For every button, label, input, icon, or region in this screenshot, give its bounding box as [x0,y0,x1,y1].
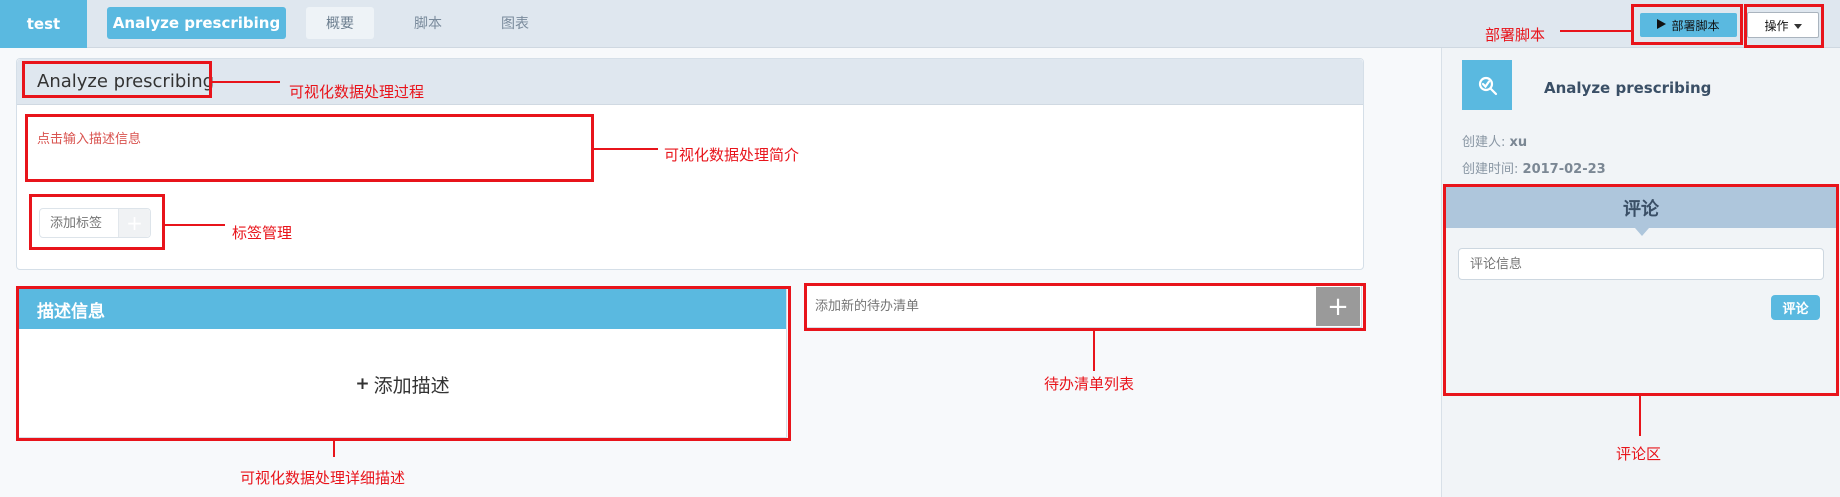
comment-input[interactable] [1458,248,1824,280]
description-annotation: 可视化数据处理简介 [664,146,800,164]
top-bar: test Analyze prescribing 概要 脚本 图表 部署脚本 操… [0,0,1840,48]
comment-header-arrow [1635,228,1649,236]
creator-value: xu [1509,135,1528,150]
process-title-pointer-line [212,81,280,83]
add-todo-button[interactable]: + [1316,287,1360,326]
chevron-down-icon [1793,23,1802,29]
comment-panel: 评论 评论 [1446,187,1836,394]
tab-charts[interactable]: 图表 [481,7,549,39]
description-pointer-line [594,148,658,150]
operations-label: 操作 [1764,18,1789,33]
creator-label: 创建人: [1462,135,1506,150]
add-description-button[interactable]: + 添加描述 [19,329,786,439]
todo-input[interactable] [807,286,1317,327]
comment-submit-button[interactable]: 评论 [1771,295,1820,320]
tab-overview[interactable]: 概要 [306,7,374,39]
operations-dropdown[interactable]: 操作 [1747,12,1819,38]
detail-pointer-line [333,441,335,457]
tag-manager: + [39,208,151,238]
process-title[interactable]: Analyze prescribing [37,71,214,92]
plus-icon: + [355,374,370,394]
comment-pointer-line [1639,396,1641,436]
detail-annotation: 可视化数据处理详细描述 [240,469,406,487]
created-value: 2017-02-23 [1522,162,1606,177]
process-icon [1462,60,1512,110]
deploy-script-button[interactable]: 部署脚本 [1640,13,1737,37]
description-panel: 描述信息 + 添加描述 [18,288,787,438]
todo-annotation: 待办清单列表 [1044,375,1135,393]
creator-row: 创建人: xu [1462,131,1527,150]
app-logo[interactable]: test [0,0,87,48]
description-panel-title: 描述信息 [19,289,786,329]
add-tag-button[interactable]: + [118,209,150,237]
todo-pointer-line [1093,331,1095,371]
comment-annotation: 评论区 [1616,445,1662,463]
tab-script[interactable]: 脚本 [394,7,462,39]
deploy-script-label: 部署脚本 [1671,18,1720,33]
process-title-annotation: 可视化数据处理过程 [289,83,425,101]
created-row: 创建时间: 2017-02-23 [1462,158,1606,177]
tags-pointer-line [165,224,225,226]
project-title-pill[interactable]: Analyze prescribing [107,7,286,39]
deploy-annotation: 部署脚本 [1485,26,1546,44]
created-label: 创建时间: [1462,162,1519,177]
tags-annotation: 标签管理 [232,224,293,242]
tag-input[interactable] [41,210,117,236]
sidebar-title: Analyze prescribing [1544,79,1712,97]
comment-title: 评论 [1446,187,1836,228]
todo-list: + [806,285,1362,328]
description-input[interactable]: 点击输入描述信息 [37,128,141,147]
add-description-label: 添加描述 [373,374,450,397]
play-icon [1657,18,1667,32]
deploy-pointer-line [1560,30,1631,32]
